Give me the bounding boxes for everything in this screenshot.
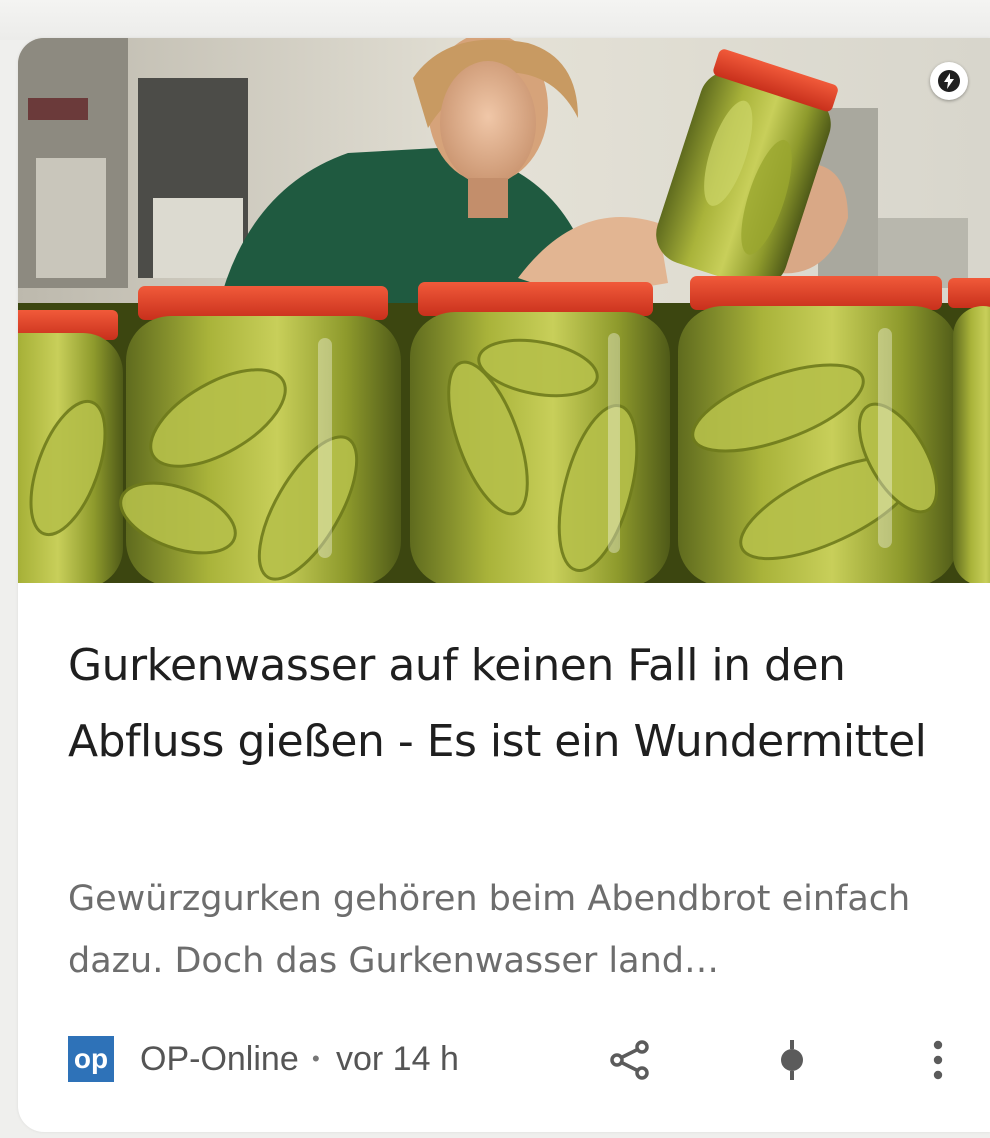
share-button[interactable]: [606, 1036, 654, 1084]
article-image[interactable]: [18, 38, 990, 583]
news-card[interactable]: Gurkenwasser auf keinen Fall in den Abfl…: [18, 38, 990, 1132]
article-age: vor 14 h: [336, 1040, 459, 1078]
more-vert-icon: [933, 1040, 943, 1080]
more-options-button[interactable]: [914, 1036, 962, 1084]
article-title[interactable]: Gurkenwasser auf keinen Fall in den Abfl…: [68, 628, 948, 780]
pickle-jars-photo: [18, 38, 990, 583]
lightning-bolt-icon: [938, 70, 960, 92]
amp-badge: [930, 62, 968, 100]
article-footer: op OP-Online • vor 14 h: [68, 1036, 968, 1084]
background: [0, 0, 990, 40]
pin-icon: [781, 1040, 803, 1080]
follow-button[interactable]: [768, 1036, 816, 1084]
article-snippet: Gewürzgurken gehören beim Abendbrot einf…: [68, 879, 911, 981]
publisher-logo[interactable]: op: [68, 1036, 114, 1082]
share-icon: [610, 1040, 649, 1080]
separator-dot: •: [312, 1046, 320, 1071]
publisher-name[interactable]: OP-Online: [140, 1036, 299, 1082]
